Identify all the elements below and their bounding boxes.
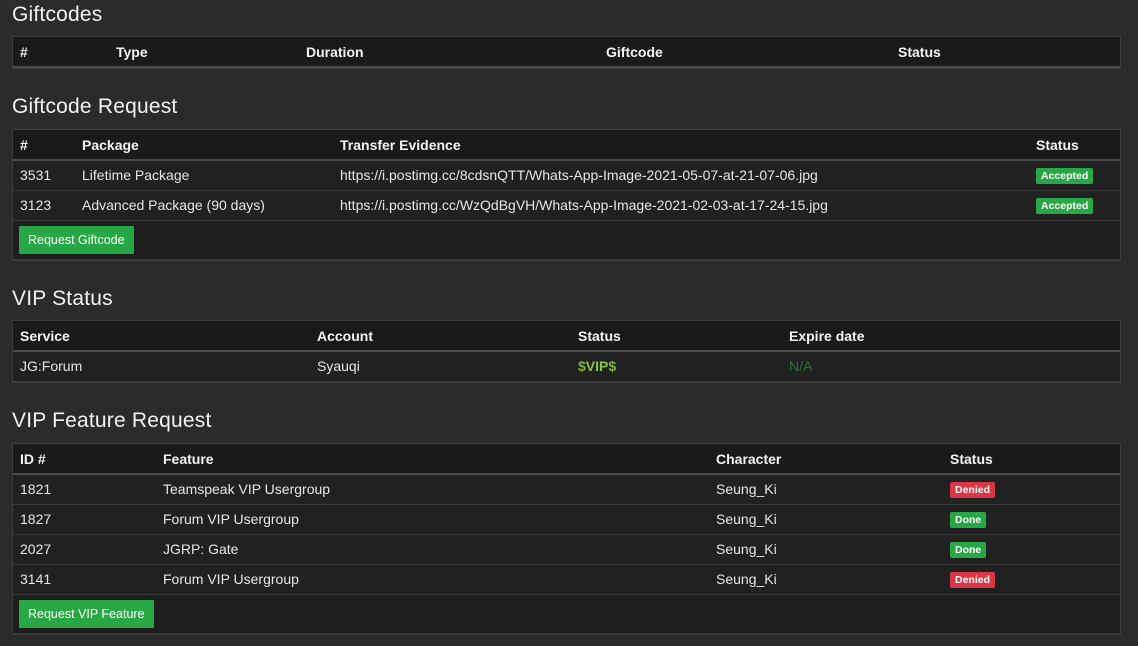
column-header-account: Account xyxy=(310,321,571,352)
column-header-transfer-evidence: Transfer Evidence xyxy=(333,130,1029,161)
feature-status-cell: Done xyxy=(943,534,1120,565)
vip-status-main: VIP xyxy=(585,358,609,375)
feature-character: Seung_Ki xyxy=(709,534,943,565)
feature-status-cell: Denied xyxy=(943,474,1120,505)
feature-character: Seung_Ki xyxy=(709,504,943,535)
giftcode-request-title: Giftcode Request xyxy=(12,95,178,118)
column-header-type: Type xyxy=(109,37,299,68)
request-package: Lifetime Package xyxy=(75,160,333,191)
column-header-status: Status xyxy=(571,321,782,352)
feature-name: JGRP: Gate xyxy=(156,534,709,565)
request-evidence: https://i.postimg.cc/8cdsnQTT/Whats-App-… xyxy=(333,160,1029,191)
table-header-row: Service Account Status Expire date xyxy=(13,321,1120,352)
table-row: 2027 JGRP: Gate Seung_Ki Done xyxy=(13,534,1120,565)
feature-status-cell: Denied xyxy=(943,564,1120,595)
table-row: 3123 Advanced Package (90 days) https://… xyxy=(13,190,1120,221)
column-header-giftcode: Giftcode xyxy=(599,37,891,68)
feature-status-cell: Done xyxy=(943,504,1120,535)
status-badge: Denied xyxy=(950,482,996,499)
vip-status-table: Service Account Status Expire date JG:Fo… xyxy=(12,320,1121,383)
vip-status-title: VIP Status xyxy=(12,287,113,310)
feature-id: 3141 xyxy=(13,564,156,595)
vip-status-text: $VIP$ xyxy=(578,358,616,374)
column-header-package: Package xyxy=(75,130,333,161)
status-badge: Done xyxy=(950,542,987,558)
request-status-cell: Accepted xyxy=(1029,190,1120,221)
feature-character: Seung_Ki xyxy=(709,564,943,595)
vip-status-suffix: $ xyxy=(608,358,617,375)
column-header-id: ID # xyxy=(13,444,156,475)
table-footer-row: Request Giftcode xyxy=(13,220,1120,260)
vip-feature-request-title: VIP Feature Request xyxy=(12,409,212,432)
column-header-status: Status xyxy=(891,37,1120,68)
feature-name: Teamspeak VIP Usergroup xyxy=(156,474,709,505)
column-header-status: Status xyxy=(1029,130,1120,161)
feature-id: 1827 xyxy=(13,504,156,535)
vip-feature-request-table: ID # Feature Character Status 1821 Teams… xyxy=(12,443,1121,635)
request-id: 3531 xyxy=(13,160,75,191)
status-badge: Accepted xyxy=(1036,168,1094,185)
feature-name: Forum VIP Usergroup xyxy=(156,504,709,535)
feature-name: Forum VIP Usergroup xyxy=(156,564,709,595)
column-header-number: # xyxy=(13,37,109,68)
vip-status-prefix: $ xyxy=(578,358,586,375)
column-header-service: Service xyxy=(13,321,310,352)
column-header-number: # xyxy=(13,130,75,161)
request-status-cell: Accepted xyxy=(1029,160,1120,191)
request-id: 3123 xyxy=(13,190,75,221)
feature-id: 2027 xyxy=(13,534,156,565)
vip-status-cell: $VIP$ xyxy=(571,351,782,382)
table-row: JG:Forum Syauqi $VIP$ N/A xyxy=(13,351,1120,382)
table-row: 3141 Forum VIP Usergroup Seung_Ki Denied xyxy=(13,564,1120,595)
giftcodes-table: # Type Duration Giftcode Status xyxy=(12,36,1121,69)
table-header-row: # Type Duration Giftcode Status xyxy=(13,37,1120,68)
column-header-feature: Feature xyxy=(156,444,709,475)
feature-id: 1821 xyxy=(13,474,156,505)
vip-account: Syauqi xyxy=(310,351,571,382)
table-footer-row: Request VIP Feature xyxy=(13,594,1120,634)
table-header-row: # Package Transfer Evidence Status xyxy=(13,130,1120,161)
table-row: 1821 Teamspeak VIP Usergroup Seung_Ki De… xyxy=(13,474,1120,505)
table-row: 3531 Lifetime Package https://i.postimg.… xyxy=(13,160,1120,191)
giftcode-request-table: # Package Transfer Evidence Status 3531 … xyxy=(12,129,1121,261)
status-badge: Accepted xyxy=(1036,198,1094,214)
giftcodes-title: Giftcodes xyxy=(12,3,103,26)
vip-service: JG:Forum xyxy=(13,351,310,382)
request-package: Advanced Package (90 days) xyxy=(75,190,333,221)
status-badge: Done xyxy=(950,512,987,528)
column-header-character: Character xyxy=(709,444,943,475)
column-header-expire-date: Expire date xyxy=(782,321,1120,352)
column-header-status: Status xyxy=(943,444,1120,475)
table-row: 1827 Forum VIP Usergroup Seung_Ki Done xyxy=(13,504,1120,535)
column-header-duration: Duration xyxy=(299,37,599,68)
request-evidence: https://i.postimg.cc/WzQdBgVH/Whats-App-… xyxy=(333,190,1029,221)
table-header-row: ID # Feature Character Status xyxy=(13,444,1120,475)
feature-character: Seung_Ki xyxy=(709,474,943,505)
status-badge: Denied xyxy=(950,572,996,588)
vip-expire-date: N/A xyxy=(782,351,1120,382)
request-vip-feature-button[interactable]: Request VIP Feature xyxy=(19,599,154,628)
request-giftcode-button[interactable]: Request Giftcode xyxy=(19,225,134,254)
